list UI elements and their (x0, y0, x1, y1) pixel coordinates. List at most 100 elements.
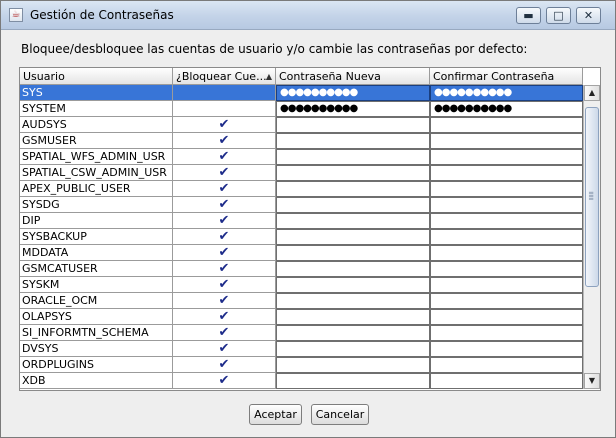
user-cell[interactable]: OLAPSYS (20, 309, 173, 325)
lock-cell[interactable]: ✔ (173, 197, 276, 213)
user-cell[interactable]: SPATIAL_CSW_ADMIN_USR (20, 165, 173, 181)
user-cell[interactable]: AUDSYS (20, 117, 173, 133)
table-row[interactable]: SPATIAL_WFS_ADMIN_USR ✔ (20, 149, 583, 165)
lock-cell[interactable]: ✔ (173, 261, 276, 277)
scroll-down-arrow-icon[interactable]: ▼ (584, 373, 600, 389)
new-password-field[interactable] (276, 197, 430, 213)
user-cell[interactable]: APEX_PUBLIC_USER (20, 181, 173, 197)
new-password-field[interactable] (276, 229, 430, 245)
lock-cell[interactable] (173, 85, 276, 101)
user-cell[interactable]: MDDATA (20, 245, 173, 261)
user-cell[interactable]: SYSBACKUP (20, 229, 173, 245)
user-cell[interactable]: GSMCATUSER (20, 261, 173, 277)
table-row[interactable]: APEX_PUBLIC_USER ✔ (20, 181, 583, 197)
user-cell[interactable]: ORACLE_OCM (20, 293, 173, 309)
confirm-password-field[interactable] (430, 197, 583, 213)
lock-cell[interactable]: ✔ (173, 309, 276, 325)
confirm-password-field[interactable] (430, 293, 583, 309)
table-row[interactable]: ORDPLUGINS ✔ (20, 357, 583, 373)
table-row[interactable]: OLAPSYS ✔ (20, 309, 583, 325)
lock-cell[interactable]: ✔ (173, 149, 276, 165)
new-password-field[interactable] (276, 325, 430, 341)
cancel-button[interactable]: Cancelar (311, 404, 369, 425)
user-cell[interactable]: SI_INFORMTN_SCHEMA (20, 325, 173, 341)
new-password-field[interactable] (276, 245, 430, 261)
user-cell[interactable]: SYS (20, 85, 173, 101)
table-row[interactable]: SYSTEM ●●●●●●●●●● ●●●●●●●●●● (20, 101, 583, 117)
confirm-password-field[interactable] (430, 229, 583, 245)
lock-cell[interactable] (173, 101, 276, 117)
new-password-field[interactable] (276, 357, 430, 373)
user-cell[interactable]: SYSKM (20, 277, 173, 293)
table-row[interactable]: SYSBACKUP ✔ (20, 229, 583, 245)
lock-cell[interactable]: ✔ (173, 245, 276, 261)
column-header-lock[interactable]: ¿Bloquear Cue... ▲ (173, 68, 276, 85)
confirm-password-field[interactable] (430, 117, 583, 133)
scroll-thumb[interactable]: ═ ═ ═ (585, 107, 599, 287)
new-password-field[interactable] (276, 213, 430, 229)
new-password-field[interactable] (276, 373, 430, 389)
user-cell[interactable]: DVSYS (20, 341, 173, 357)
table-row[interactable]: SPATIAL_CSW_ADMIN_USR ✔ (20, 165, 583, 181)
confirm-password-field[interactable] (430, 133, 583, 149)
user-cell[interactable]: GSMUSER (20, 133, 173, 149)
lock-cell[interactable]: ✔ (173, 357, 276, 373)
minimize-button[interactable]: ▬ (516, 7, 541, 24)
user-cell[interactable]: SPATIAL_WFS_ADMIN_USR (20, 149, 173, 165)
confirm-password-field[interactable] (430, 325, 583, 341)
new-password-field[interactable] (276, 117, 430, 133)
lock-cell[interactable]: ✔ (173, 373, 276, 389)
user-cell[interactable]: XDB (20, 373, 173, 389)
lock-cell[interactable]: ✔ (173, 341, 276, 357)
lock-cell[interactable]: ✔ (173, 165, 276, 181)
lock-cell[interactable]: ✔ (173, 277, 276, 293)
table-row[interactable]: MDDATA ✔ (20, 245, 583, 261)
scroll-up-arrow-icon[interactable]: ▲ (584, 85, 600, 101)
user-cell[interactable]: SYSDG (20, 197, 173, 213)
new-password-field[interactable] (276, 341, 430, 357)
new-password-field[interactable] (276, 149, 430, 165)
lock-cell[interactable]: ✔ (173, 181, 276, 197)
confirm-password-field[interactable]: ●●●●●●●●●● (430, 101, 583, 117)
user-cell[interactable]: ORDPLUGINS (20, 357, 173, 373)
confirm-password-field[interactable] (430, 245, 583, 261)
lock-cell[interactable]: ✔ (173, 293, 276, 309)
table-row[interactable]: DVSYS ✔ (20, 341, 583, 357)
table-row[interactable]: ORACLE_OCM ✔ (20, 293, 583, 309)
table-row[interactable]: GSMCATUSER ✔ (20, 261, 583, 277)
table-row[interactable]: SYS ●●●●●●●●●● ●●●●●●●●●● (20, 85, 583, 101)
table-row[interactable]: SYSKM ✔ (20, 277, 583, 293)
column-header-confirm-password[interactable]: Confirmar Contraseña (430, 68, 583, 85)
confirm-password-field[interactable] (430, 309, 583, 325)
new-password-field[interactable] (276, 133, 430, 149)
lock-cell[interactable]: ✔ (173, 229, 276, 245)
vertical-scrollbar[interactable]: ▲ ═ ═ ═ ▼ (583, 85, 600, 389)
confirm-password-field[interactable] (430, 373, 583, 389)
table-row[interactable]: DIP ✔ (20, 213, 583, 229)
lock-cell[interactable]: ✔ (173, 325, 276, 341)
new-password-field[interactable] (276, 309, 430, 325)
new-password-field[interactable] (276, 277, 430, 293)
maximize-button[interactable]: □ (546, 7, 571, 24)
column-header-user[interactable]: Usuario (20, 68, 173, 85)
confirm-password-field[interactable] (430, 149, 583, 165)
new-password-field[interactable]: ●●●●●●●●●● (276, 101, 430, 117)
confirm-password-field[interactable]: ●●●●●●●●●● (430, 85, 583, 101)
new-password-field[interactable]: ●●●●●●●●●● (276, 85, 430, 101)
lock-cell[interactable]: ✔ (173, 213, 276, 229)
user-cell[interactable]: SYSTEM (20, 101, 173, 117)
new-password-field[interactable] (276, 293, 430, 309)
table-row[interactable]: AUDSYS ✔ (20, 117, 583, 133)
column-header-new-password[interactable]: Contraseña Nueva (276, 68, 430, 85)
lock-cell[interactable]: ✔ (173, 117, 276, 133)
confirm-password-field[interactable] (430, 357, 583, 373)
new-password-field[interactable] (276, 261, 430, 277)
table-row[interactable]: SYSDG ✔ (20, 197, 583, 213)
table-row[interactable]: XDB ✔ (20, 373, 583, 389)
confirm-password-field[interactable] (430, 213, 583, 229)
accept-button[interactable]: Aceptar (249, 404, 302, 425)
confirm-password-field[interactable] (430, 277, 583, 293)
lock-cell[interactable]: ✔ (173, 133, 276, 149)
table-row[interactable]: GSMUSER ✔ (20, 133, 583, 149)
confirm-password-field[interactable] (430, 165, 583, 181)
